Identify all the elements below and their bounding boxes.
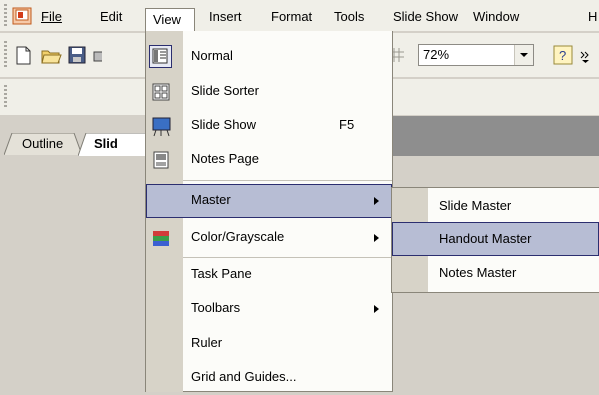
normal-view-icon: [149, 45, 172, 68]
zoom-select[interactable]: 72%: [418, 44, 534, 66]
submenu-arrow-icon: [374, 234, 379, 242]
menu-separator: [183, 180, 392, 181]
menu-item-task-pane[interactable]: Task Pane: [146, 258, 392, 292]
submenu-item-notes-master[interactable]: Notes Master: [392, 256, 599, 290]
menu-item-slide-show-shortcut: F5: [339, 117, 355, 132]
menu-item-slide-show[interactable]: Slide Show F5: [146, 109, 392, 143]
menu-view[interactable]: View: [145, 8, 195, 32]
menu-item-grid-and-guides-label: Grid and Guides...: [191, 369, 297, 384]
menu-view-label: View: [153, 12, 181, 27]
help-icon[interactable]: ?: [552, 44, 574, 66]
menu-item-color-grayscale[interactable]: Color/Grayscale: [146, 221, 392, 255]
menu-item-slide-sorter-label: Slide Sorter: [191, 83, 259, 98]
notes-page-icon: [152, 151, 170, 169]
menu-help-label: H: [588, 9, 598, 24]
menu-edit-label: Edit: [100, 9, 123, 24]
menu-slide-show[interactable]: Slide Show: [389, 7, 462, 27]
toolbar2-grip[interactable]: [4, 85, 7, 109]
menu-format-label: Format: [271, 9, 313, 24]
menu-item-slide-show-label: Slide Show: [191, 117, 257, 132]
new-document-icon[interactable]: [12, 44, 34, 66]
menu-format[interactable]: Format: [267, 7, 316, 27]
menu-tools-label: Tools: [334, 9, 365, 24]
color-grayscale-icon: [152, 229, 170, 247]
menu-window-label: Window: [473, 9, 520, 24]
tab-slides[interactable]: Slid: [78, 133, 148, 156]
save-icon[interactable]: [66, 44, 88, 66]
submenu-arrow-icon: [374, 305, 379, 313]
menu-item-task-pane-label: Task Pane: [191, 266, 252, 281]
toolbar-grip[interactable]: [4, 41, 7, 67]
menu-window[interactable]: Window: [469, 7, 523, 27]
powerpoint-app-icon[interactable]: [12, 7, 32, 25]
menubar-grip[interactable]: [4, 4, 7, 28]
menu-item-toolbars[interactable]: Toolbars: [146, 292, 392, 326]
menu-item-master[interactable]: Master: [146, 184, 392, 218]
print-icon[interactable]: [92, 44, 105, 66]
menu-tools[interactable]: Tools: [330, 7, 368, 27]
menu-item-normal[interactable]: Normal: [146, 40, 392, 74]
menu-insert[interactable]: Insert: [205, 7, 246, 27]
submenu-item-notes-master-label: Notes Master: [439, 265, 517, 280]
menu-item-grid-and-guides[interactable]: Grid and Guides...: [146, 361, 392, 395]
submenu-arrow-icon: [374, 197, 379, 205]
menu-file-label: File: [41, 9, 62, 24]
menu-help[interactable]: H: [584, 7, 599, 27]
svg-text:?: ?: [559, 48, 566, 63]
menu-item-normal-label: Normal: [191, 48, 233, 63]
menu-item-ruler[interactable]: Ruler: [146, 327, 392, 361]
menu-item-master-label: Master: [191, 192, 231, 207]
menu-item-notes-page-label: Notes Page: [191, 151, 259, 166]
tab-outline[interactable]: Outline: [4, 133, 83, 155]
menu-item-ruler-label: Ruler: [191, 335, 223, 350]
menu-edit[interactable]: Edit: [96, 7, 126, 27]
menu-file[interactable]: File: [37, 7, 66, 27]
submenu-item-handout-master-label: Handout Master: [439, 231, 532, 246]
slide-sorter-icon: [152, 83, 170, 101]
zoom-value: 72%: [423, 47, 450, 62]
menu-slide-show-label: Slide Show: [393, 9, 459, 24]
menu-insert-label: Insert: [209, 9, 242, 24]
menu-item-toolbars-label: Toolbars: [191, 300, 241, 315]
chevron-down-icon[interactable]: [578, 50, 594, 64]
submenu-item-slide-master[interactable]: Slide Master: [392, 189, 599, 223]
submenu-item-handout-master[interactable]: Handout Master: [392, 222, 599, 256]
open-folder-icon[interactable]: [40, 44, 62, 66]
menu-item-slide-sorter[interactable]: Slide Sorter: [146, 75, 392, 109]
menu-item-notes-page[interactable]: Notes Page: [146, 143, 392, 177]
menu-bar: File Edit View Insert Format Tools Slide…: [0, 0, 599, 32]
tab-slides-label: Slid: [94, 136, 118, 151]
zoom-dropdown-arrow-icon[interactable]: [514, 45, 533, 65]
slide-show-icon: [152, 117, 171, 137]
tab-outline-label: Outline: [22, 136, 64, 151]
menu-item-color-grayscale-label: Color/Grayscale: [191, 229, 285, 244]
submenu-item-slide-master-label: Slide Master: [439, 198, 512, 213]
